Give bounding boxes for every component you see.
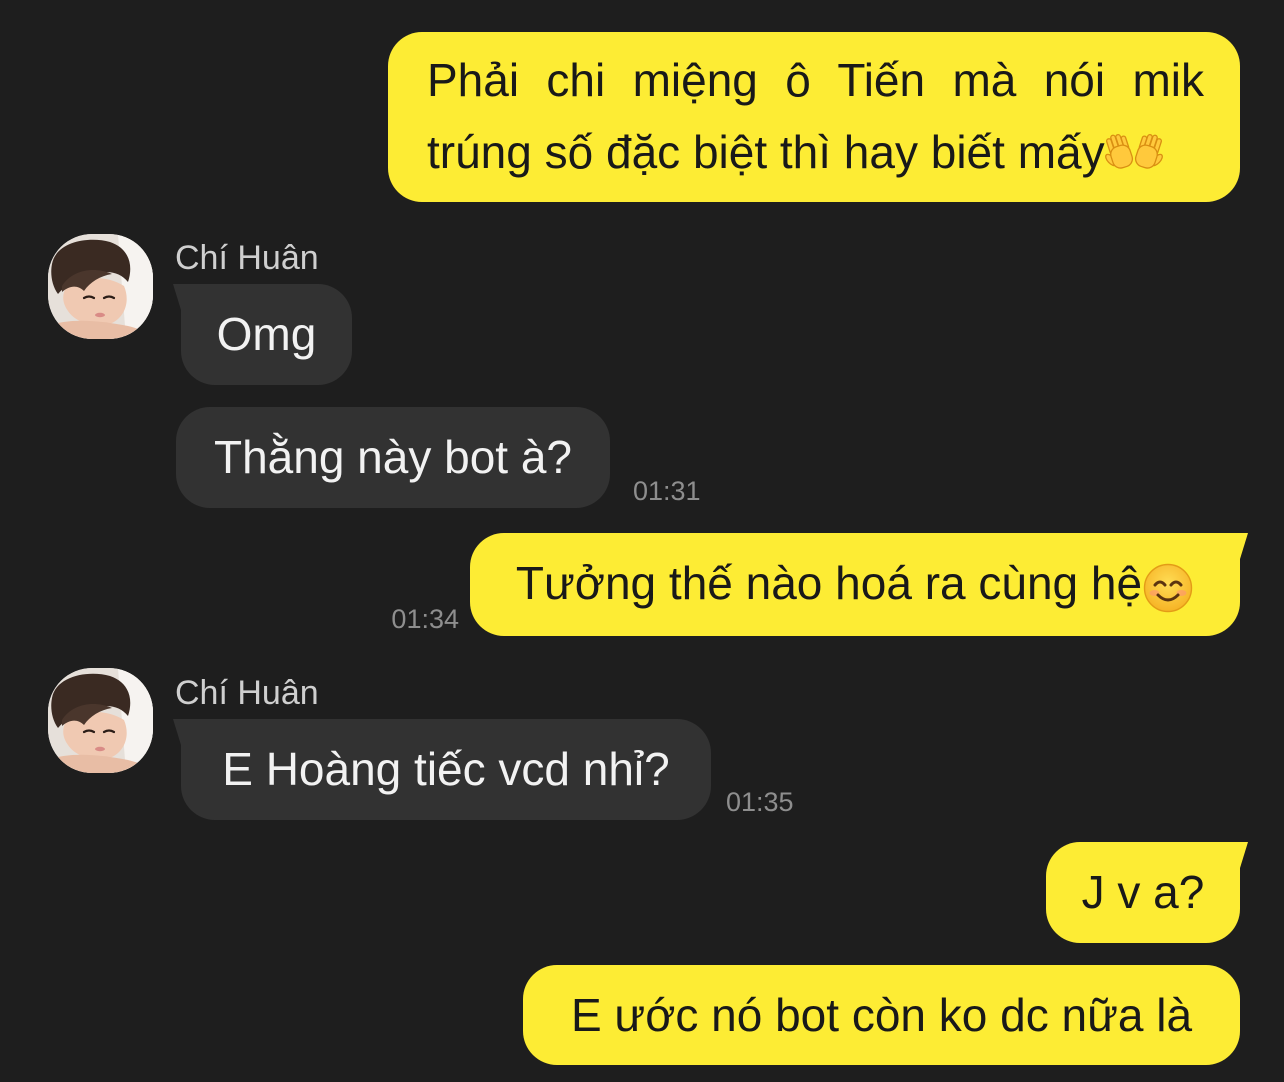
sender-name: Chí Huân <box>175 674 319 712</box>
incoming-message-bubble[interactable]: Omg <box>181 284 352 385</box>
chat-message-list[interactable]: Phải chi miệng ô Tiến mà nói mik trúng s… <box>0 0 1284 1082</box>
message-text: E ước nó bot còn ko dc nữa là <box>570 989 1193 1041</box>
message-text: Phải chi miệng ô Tiến mà nói mik trúng s… <box>427 54 1204 178</box>
incoming-message-bubble[interactable]: Thằng này bot à? <box>176 407 610 508</box>
message-text: Omg <box>216 308 317 360</box>
sender-name: Chí Huân <box>175 239 319 277</box>
incoming-message-bubble[interactable]: E Hoàng tiếc vcd nhỉ? <box>181 719 711 820</box>
sender-avatar[interactable] <box>48 234 153 339</box>
message-text: Thằng này bot à? <box>213 431 573 483</box>
outgoing-message-bubble[interactable]: E ước nó bot còn ko dc nữa là <box>523 965 1240 1065</box>
message-timestamp: 01:31 <box>633 476 701 506</box>
smiling-face-emoji-icon <box>1142 563 1194 613</box>
message-text: E Hoàng tiếc vcd nhỉ? <box>222 743 670 795</box>
message-text: Tưởng thế nào hoá ra cùng hệ <box>515 557 1143 609</box>
message-text: J v a? <box>1081 866 1205 918</box>
sender-avatar[interactable] <box>48 668 153 773</box>
outgoing-message-bubble[interactable]: Phải chi miệng ô Tiến mà nói mik trúng s… <box>388 32 1240 202</box>
message-timestamp: 01:34 <box>391 604 459 634</box>
outgoing-message-bubble[interactable]: J v a? <box>1046 842 1240 943</box>
open-hands-emoji-icon <box>1104 133 1163 171</box>
message-timestamp: 01:35 <box>726 787 794 817</box>
outgoing-message-bubble[interactable]: Tưởng thế nào hoá ra cùng hệ <box>470 533 1240 636</box>
